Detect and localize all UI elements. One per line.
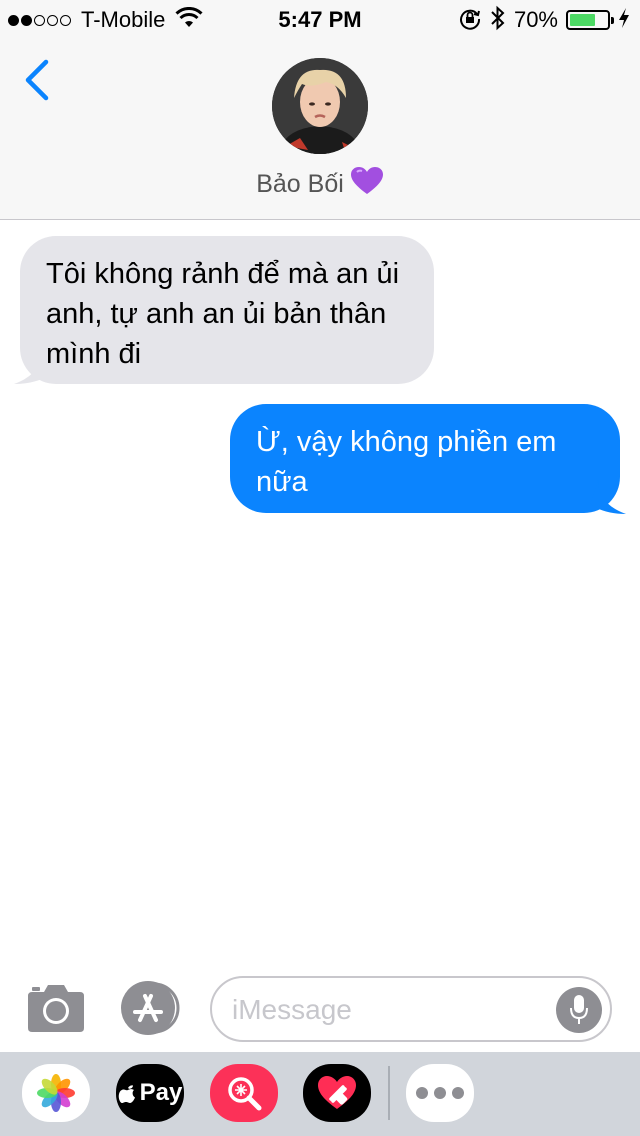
camera-icon xyxy=(28,985,84,1032)
status-bar: T-Mobile 5:47 PM 70% xyxy=(0,0,640,40)
app-drawer: Pay xyxy=(0,1052,640,1136)
battery-icon xyxy=(566,10,614,30)
avatar-photo xyxy=(272,58,368,154)
app-store-icon xyxy=(121,981,180,1035)
bluetooth-icon xyxy=(490,5,506,36)
contact-avatar[interactable] xyxy=(272,58,368,154)
photos-app-icon xyxy=(37,1074,75,1112)
imessage-field[interactable] xyxy=(210,976,612,1042)
incoming-bubble-tail xyxy=(14,350,52,384)
message-text: Ừ, vậy không phiền em nữa xyxy=(256,426,557,498)
app-store-button[interactable] xyxy=(118,980,182,1036)
camera-button[interactable] xyxy=(26,982,86,1034)
image-search-app-icon xyxy=(228,1077,262,1111)
digital-touch-icon xyxy=(318,1076,356,1109)
composer-bar xyxy=(0,970,640,1052)
purple-heart-icon xyxy=(350,166,384,203)
more-apps-button[interactable] xyxy=(406,1064,474,1122)
status-left: T-Mobile xyxy=(8,6,203,34)
apple-pay-icon xyxy=(118,1085,135,1103)
status-right: 70% xyxy=(458,5,630,36)
incoming-message-bubble[interactable]: Tôi không rảnh để mà an ủi anh, tự anh a… xyxy=(20,236,434,384)
back-button[interactable] xyxy=(22,58,62,108)
outgoing-bubble-tail xyxy=(590,480,626,514)
orientation-lock-icon xyxy=(458,6,482,35)
apple-pay-button[interactable]: Pay xyxy=(116,1064,184,1122)
drawer-divider xyxy=(388,1066,390,1120)
photos-app-button[interactable] xyxy=(22,1064,90,1122)
dictation-button[interactable] xyxy=(556,987,602,1033)
battery-level-fill xyxy=(570,14,596,26)
wifi-icon xyxy=(175,6,203,34)
message-input[interactable] xyxy=(232,992,552,1028)
message-text: Tôi không rảnh để mà an ủi anh, tự anh a… xyxy=(46,258,400,370)
image-search-app-button[interactable] xyxy=(210,1064,278,1122)
charging-bolt-icon xyxy=(618,7,630,34)
microphone-icon xyxy=(570,995,588,1024)
more-apps-icon xyxy=(416,1087,464,1099)
digital-touch-button[interactable] xyxy=(303,1064,371,1122)
conversation-header: Bảo Bối xyxy=(0,40,640,220)
apple-pay-label: Pay xyxy=(139,1079,183,1106)
outgoing-message-bubble[interactable]: Ừ, vậy không phiền em nữa xyxy=(230,404,620,513)
signal-strength-icon xyxy=(8,14,71,26)
contact-name: Bảo Bối xyxy=(256,170,344,198)
chevron-left-icon xyxy=(25,59,49,101)
contact-name-row[interactable]: Bảo Bối xyxy=(0,166,640,203)
battery-percentage: 70% xyxy=(513,7,558,32)
carrier-name: T-Mobile xyxy=(81,7,166,32)
